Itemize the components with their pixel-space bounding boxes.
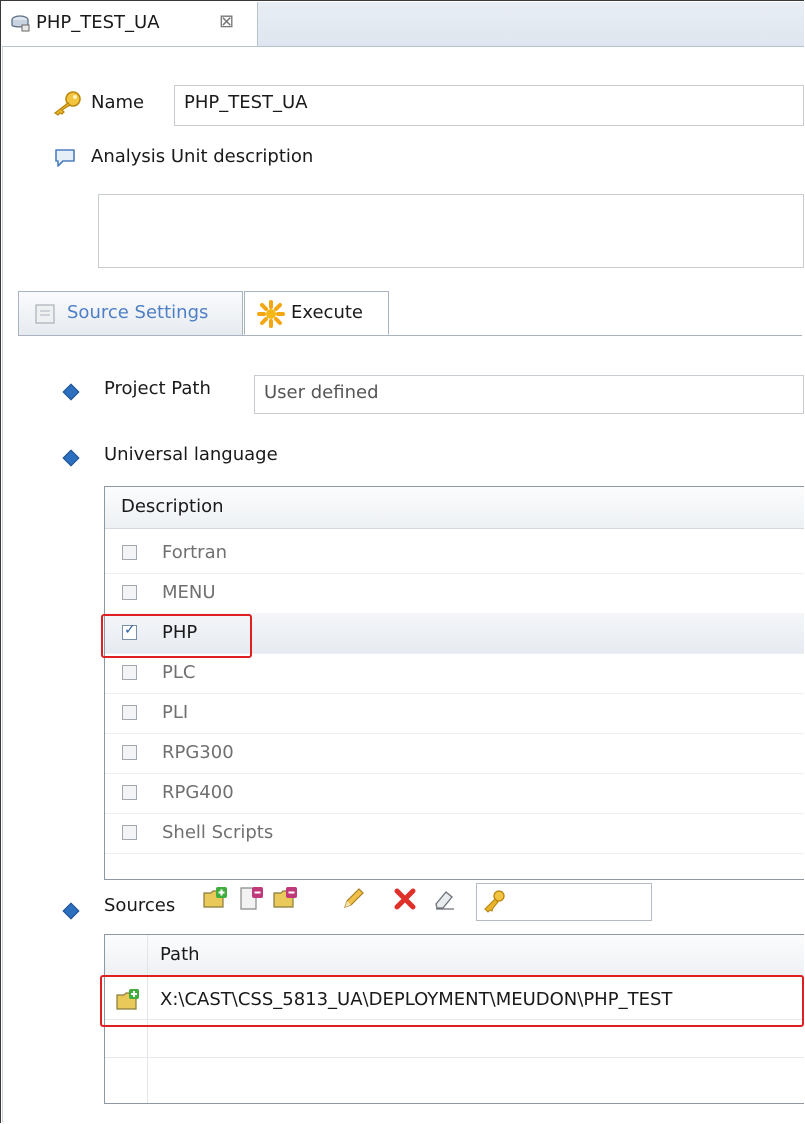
empty-row (105, 1057, 804, 1095)
name-value: PHP_TEST_UA (184, 92, 308, 113)
execute-icon (257, 300, 285, 333)
description-textarea[interactable] (98, 194, 804, 268)
language-table-header: Description (105, 487, 804, 529)
source-filter-input[interactable] (476, 883, 652, 921)
language-row-plc[interactable]: PLC (105, 653, 804, 694)
editor-tab-php-test-ua[interactable]: PHP_TEST_UA ⊠ (2, 2, 258, 46)
language-label: RPG400 (162, 782, 234, 803)
column-header-path: Path (160, 944, 200, 965)
language-label: PLI (162, 702, 189, 723)
language-label: PHP (162, 622, 198, 643)
language-label: RPG300 (162, 742, 234, 763)
tab-execute[interactable]: Execute (244, 291, 389, 335)
project-path-combo[interactable]: User defined (254, 375, 804, 414)
language-row-pli[interactable]: PLI (105, 693, 804, 734)
name-input[interactable]: PHP_TEST_UA (174, 85, 804, 126)
description-label: Analysis Unit description (91, 146, 314, 167)
key-icon (481, 889, 507, 920)
key-icon (50, 90, 82, 121)
sources-label: Sources (104, 895, 176, 916)
source-row[interactable]: X:\CAST\CSS_5813_UA\DEPLOYMENT\MEUDON\PH… (105, 981, 804, 1020)
editor-tab-bar: PHP_TEST_UA ⊠ (2, 2, 804, 47)
language-row-fortran[interactable]: Fortran (105, 533, 804, 574)
tab-source-settings-label: Source Settings (67, 302, 209, 323)
checkbox[interactable] (122, 545, 137, 560)
language-row-rpg300[interactable]: RPG300 (105, 733, 804, 774)
editor-tab-title: PHP_TEST_UA (36, 12, 160, 33)
close-tab-icon[interactable]: ⊠ (219, 11, 234, 32)
checkbox[interactable] (122, 745, 137, 760)
language-label: MENU (162, 582, 216, 603)
language-table: Description Fortran MENU ✓ PHP PLC PLI R… (104, 486, 804, 880)
language-row-shell-scripts[interactable]: Shell Scripts (105, 813, 804, 854)
remove-file-icon[interactable] (238, 886, 264, 912)
section-tab-bar: Source Settings Execute (18, 291, 802, 336)
checkbox[interactable] (122, 705, 137, 720)
name-label: Name (91, 92, 145, 113)
checkmark-icon: ✓ (124, 622, 136, 638)
column-header-description: Description (121, 496, 224, 517)
project-path-value: User defined (264, 382, 379, 403)
comment-icon (53, 147, 77, 174)
source-folder-icon (116, 988, 140, 1017)
eraser-icon[interactable] (432, 886, 458, 912)
tab-execute-label: Execute (291, 302, 363, 323)
universal-language-label: Universal language (104, 444, 278, 465)
language-label: Fortran (162, 542, 228, 563)
checkbox[interactable] (122, 825, 137, 840)
source-path: X:\CAST\CSS_5813_UA\DEPLOYMENT\MEUDON\PH… (160, 989, 673, 1010)
language-row-php[interactable]: ✓ PHP (105, 613, 804, 654)
sources-table: Path X:\CAST\CSS_5813_UA\DEPLOYMENT\MEUD… (104, 934, 804, 1104)
language-row-rpg400[interactable]: RPG400 (105, 773, 804, 814)
checkbox[interactable] (122, 785, 137, 800)
analysis-unit-icon (10, 14, 30, 37)
document-icon (34, 303, 56, 330)
checkbox[interactable] (122, 665, 137, 680)
empty-row (105, 1019, 804, 1058)
language-row-menu[interactable]: MENU (105, 573, 804, 614)
sources-table-header: Path (105, 935, 804, 977)
remove-folder-icon[interactable] (272, 886, 298, 912)
delete-x-icon[interactable] (392, 886, 418, 912)
tab-source-settings[interactable]: Source Settings (18, 291, 243, 335)
language-label: PLC (162, 662, 196, 683)
edit-pencil-icon[interactable] (340, 886, 366, 912)
checkbox-checked[interactable]: ✓ (122, 622, 137, 640)
language-label: Shell Scripts (162, 822, 274, 843)
project-path-label: Project Path (104, 378, 211, 399)
checkbox[interactable] (122, 585, 137, 600)
add-folder-icon[interactable] (202, 886, 228, 912)
